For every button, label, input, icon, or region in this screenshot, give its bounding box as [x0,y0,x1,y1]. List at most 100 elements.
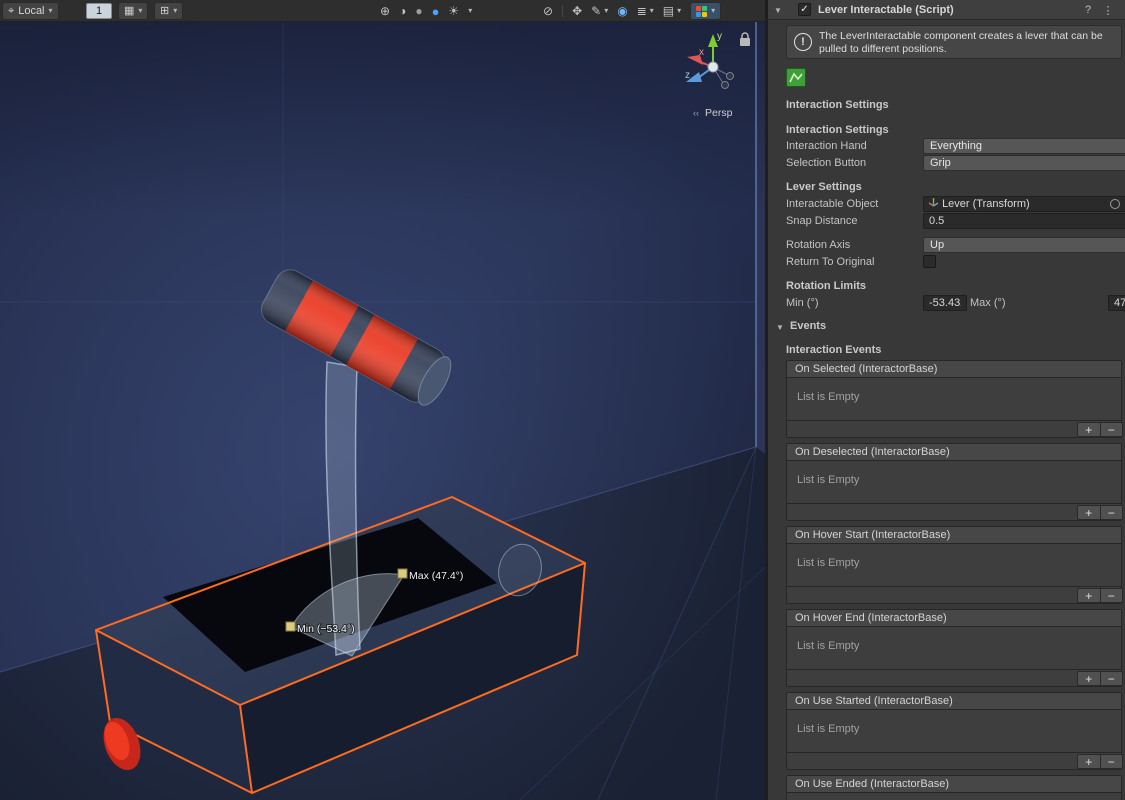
scene-overlay-group: ⊘ ✥ ✎ ▾ ◉ ≣ ▾ ▤ ▾ ▾ [543,2,721,20]
globe-icon[interactable]: ⊕ [380,5,390,17]
interactable-object-value: Lever (Transform) [942,198,1030,210]
z-axis-label: z [685,70,690,81]
selection-button-row: Selection Button Grip [786,155,1125,171]
max-limit-handle[interactable] [398,569,407,578]
remove-event-button[interactable]: − [1101,589,1123,602]
active-shading-icon[interactable]: ● [432,5,440,18]
component-enabled-checkbox[interactable]: ✓ [798,3,811,16]
chevron-down-icon: ▾ [173,7,177,15]
event-title: On Deselected (InteractorBase) [795,446,950,458]
chevron-down-icon: ▾ [650,7,654,15]
event-box-on-hover-start: On Hover Start (InteractorBase) List is … [786,526,1122,604]
event-title: On Hover Start (InteractorBase) [795,529,950,541]
interaction-hand-label: Interaction Hand [786,140,867,152]
overlay-blocks-dropdown[interactable]: ▤ ▾ [663,5,681,17]
max-field[interactable] [1108,295,1125,311]
add-event-button[interactable]: + [1078,506,1101,519]
return-to-original-checkbox[interactable] [923,255,936,268]
disable-picking-icon[interactable]: ⊘ [543,5,553,17]
persp-label[interactable]: Persp [705,107,733,119]
min-field[interactable] [923,295,967,311]
shaded-sphere-icon[interactable]: ◑ [399,5,406,17]
event-box-on-deselected: On Deselected (InteractorBase) List is E… [786,443,1122,521]
event-list-buttons: + − [1077,505,1123,520]
chevron-down-icon: ▾ [138,7,142,15]
grid-visibility-dropdown[interactable]: ▦ ▾ [118,2,148,20]
interaction-hand-value: Everything [930,140,982,152]
grid-snap-dropdown[interactable]: ⊞ ▾ [154,2,183,20]
event-header: On Hover End (InteractorBase) [787,610,1121,627]
help-icon[interactable]: ? [1081,3,1095,17]
chevron-down-icon: ▾ [604,7,608,15]
event-title: On Use Ended (InteractorBase) [795,778,949,790]
selection-button-dropdown[interactable]: Grip [923,155,1125,171]
event-list-buttons: + − [1077,754,1123,769]
handle-orientation-dropdown[interactable]: ⌖ Local ▾ [2,2,59,20]
chevron-down-icon[interactable]: ▾ [468,7,472,15]
foldout-arrow-icon[interactable]: ▼ [774,6,782,15]
scene-visibility-eye-icon[interactable]: ◉ [617,5,627,17]
section-rotation-limits: Rotation Limits [786,280,866,292]
event-header: On Use Ended (InteractorBase) [787,776,1121,793]
gizmos-dropdown[interactable]: ▾ [690,2,721,20]
rotation-axis-row: Rotation Axis Up [786,237,1125,253]
layers-icon: ≣ [637,5,647,17]
transform-icon [928,197,939,208]
max-limit-label: Max (47.4°) [409,570,463,582]
remove-event-button[interactable]: − [1101,672,1123,685]
return-to-original-row: Return To Original [786,254,1125,270]
edit-tool-dropdown[interactable]: ✎ ▾ [591,5,608,17]
interaction-hand-row: Interaction Hand Everything [786,138,1125,154]
rotation-axis-dropdown[interactable]: Up [923,237,1125,253]
help-box: ! The LeverInteractable component create… [786,25,1122,59]
scene-viewport[interactable]: Max (47.4°) Min (−53.4°) y x z [0,22,765,800]
event-list-buttons: + − [1077,588,1123,603]
event-header: On Deselected (InteractorBase) [787,444,1121,461]
add-event-button[interactable]: + [1078,672,1101,685]
persp-chevron-icon: ‹‹ [693,108,699,118]
max-label: Max (°) [970,297,1006,309]
interactable-object-row: Interactable Object Lever (Transform) [786,196,1125,212]
chevron-down-icon: ▾ [677,7,681,15]
object-picker-icon[interactable] [1110,199,1120,209]
interactable-object-field[interactable]: Lever (Transform) [923,196,1125,212]
add-event-button[interactable]: + [1078,589,1101,602]
y-axis-label: y [717,31,722,42]
event-header: On Hover Start (InteractorBase) [787,527,1121,544]
event-title: On Selected (InteractorBase) [795,363,937,375]
event-header: On Selected (InteractorBase) [787,361,1121,378]
component-header[interactable]: ▼ ✓ Lever Interactable (Script) ? ⋮ [768,0,1125,20]
return-to-original-label: Return To Original [786,256,874,268]
scene-lighting-icon[interactable]: ☀ [448,5,459,17]
grid-size-field[interactable] [86,3,112,19]
remove-event-button[interactable]: − [1101,755,1123,768]
kebab-menu-icon[interactable]: ⋮ [1101,3,1115,17]
sphere-icon[interactable]: ● [415,5,422,17]
remove-event-button[interactable]: − [1101,423,1123,436]
help-box-text: The LeverInteractable component creates … [819,30,1117,56]
selection-button-value: Grip [930,157,951,169]
event-empty-text: List is Empty [797,557,859,569]
snap-grid-icon: ⊞ [160,6,169,17]
move-tool-icon[interactable]: ✥ [572,5,582,17]
layers-dropdown[interactable]: ≣ ▾ [637,5,654,17]
snap-distance-field[interactable] [923,213,1125,229]
min-limit-handle[interactable] [286,622,295,631]
add-event-button[interactable]: + [1078,755,1101,768]
section-lever-settings: Lever Settings [786,181,862,193]
event-title: On Hover End (InteractorBase) [795,612,947,624]
gizmos-color-icon [696,6,707,17]
event-box-on-use-started: On Use Started (InteractorBase) List is … [786,692,1122,770]
remove-event-button[interactable]: − [1101,506,1123,519]
foldout-arrow-icon: ▼ [776,323,784,332]
event-empty-text: List is Empty [797,723,859,735]
add-event-button[interactable]: + [1078,423,1101,436]
section-interaction-events: Interaction Events [786,344,881,356]
component-preview-icon[interactable] [786,68,806,87]
interaction-hand-dropdown[interactable]: Everything [923,138,1125,154]
chevron-down-icon: ▾ [711,7,715,15]
scene-view-options-group: ⊕ ◑ ● ● ☀ ▾ [380,2,472,20]
rotation-axis-label: Rotation Axis [786,239,850,251]
event-title: On Use Started (InteractorBase) [795,695,953,707]
event-box-on-use-ended: On Use Ended (InteractorBase) List is Em… [786,775,1122,800]
